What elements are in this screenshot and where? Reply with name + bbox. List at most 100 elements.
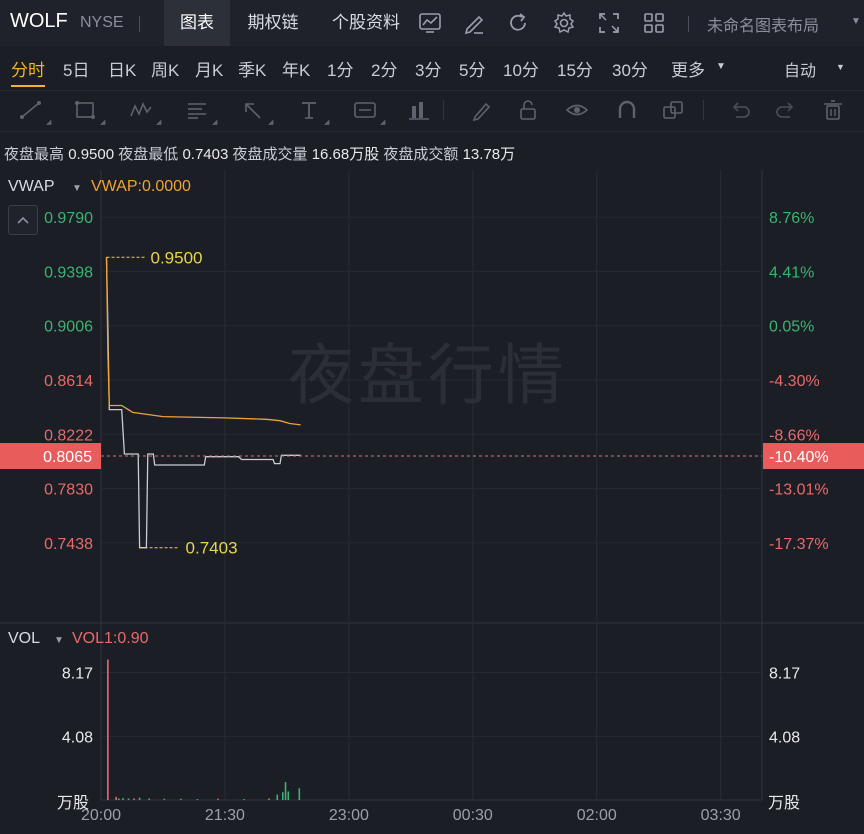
volume-tick-label: 4.08 xyxy=(769,729,800,746)
rectangle-tool-icon[interactable] xyxy=(72,98,98,122)
active-period-underline xyxy=(11,85,45,87)
volume-bar xyxy=(243,799,246,801)
collapse-button[interactable] xyxy=(8,205,38,235)
stat-volume-value: 16.68万股 xyxy=(311,146,380,163)
percent-tick-label: -17.37% xyxy=(769,536,829,553)
volume-axis-ticks: 8.17 8.17 4.08 4.08 xyxy=(62,666,800,747)
percent-tick-label: -13.01% xyxy=(769,482,829,499)
current-price-line: 0.8065 -10.40% xyxy=(0,443,864,470)
tool-expand-icon[interactable]: ◢ xyxy=(212,118,217,126)
time-tick-label: 03:30 xyxy=(701,807,741,824)
divider xyxy=(688,16,689,32)
price-line xyxy=(105,257,301,549)
tool-expand-icon[interactable]: ◢ xyxy=(324,118,329,126)
tab-chart[interactable]: 图表 xyxy=(164,0,230,46)
period-more[interactable]: 更多 xyxy=(671,56,705,81)
percent-tick-label: 8.76% xyxy=(769,210,814,227)
measure-tool-icon[interactable] xyxy=(406,98,432,122)
period-2min[interactable]: 2分 xyxy=(371,56,397,81)
stat-high-label: 夜盘最高 xyxy=(4,146,65,163)
period-day[interactable]: 日K xyxy=(108,56,136,81)
label-tool-icon[interactable] xyxy=(352,98,378,122)
volume-bar xyxy=(284,782,287,800)
lock-icon[interactable] xyxy=(515,98,541,122)
pen-tool-icon[interactable] xyxy=(469,98,495,122)
divider xyxy=(443,100,444,120)
stat-amount-value: 13.78万 xyxy=(462,146,516,163)
period-3min[interactable]: 3分 xyxy=(415,56,441,81)
eye-icon[interactable] xyxy=(564,98,590,122)
volume-unit-left: 万股 xyxy=(57,795,90,812)
current-change-label: -10.40% xyxy=(769,449,829,466)
wave-tool-icon[interactable] xyxy=(128,98,154,122)
fib-tool-icon[interactable] xyxy=(184,98,210,122)
tool-expand-icon[interactable]: ◢ xyxy=(268,118,273,126)
layers-icon[interactable] xyxy=(660,98,686,122)
tool-expand-icon[interactable]: ◢ xyxy=(156,118,161,126)
price-tick-label: 0.8222 xyxy=(44,427,93,444)
divider xyxy=(139,16,140,32)
night-session-stats: 夜盘最高 0.9500 夜盘最低 0.7403 夜盘成交量 16.68万股 夜盘… xyxy=(4,143,515,164)
stat-low-value: 0.7403 xyxy=(182,146,229,163)
arrow-tool-icon[interactable] xyxy=(240,98,266,122)
period-year[interactable]: 年K xyxy=(282,56,310,81)
price-lines xyxy=(105,257,301,549)
time-tick-label: 21:30 xyxy=(205,807,245,824)
time-axis-ticks: 20:00 21:30 23:00 00:30 02:00 03:30 xyxy=(81,807,741,824)
chart-type-icon[interactable] xyxy=(417,10,443,36)
tool-expand-icon[interactable]: ◢ xyxy=(46,118,51,126)
volume-indicator-name[interactable]: VOL xyxy=(8,630,40,648)
indicator-menu-icon[interactable]: ▼ xyxy=(72,183,82,194)
vwap-line xyxy=(105,257,301,426)
layout-name[interactable]: 未命名图表布局 xyxy=(707,12,819,36)
tool-expand-icon[interactable]: ◢ xyxy=(100,118,105,126)
period-week[interactable]: 周K xyxy=(151,56,179,81)
settings-icon[interactable] xyxy=(551,10,577,36)
volume-bar xyxy=(281,792,284,800)
undo-icon[interactable] xyxy=(727,98,753,122)
volume-bar xyxy=(107,659,109,800)
price-indicator-name[interactable]: VWAP xyxy=(8,178,55,196)
volume-bar xyxy=(115,796,117,800)
volume-bar xyxy=(122,798,124,800)
tool-expand-icon[interactable]: ◢ xyxy=(380,118,385,126)
period-15min[interactable]: 15分 xyxy=(557,56,593,81)
scale-mode[interactable]: 自动 xyxy=(784,57,816,81)
volume-bar xyxy=(196,799,199,801)
period-10min[interactable]: 10分 xyxy=(503,56,539,81)
period-intraday[interactable]: 分时 xyxy=(11,56,45,81)
period-30min[interactable]: 30分 xyxy=(612,56,648,81)
period-month[interactable]: 月K xyxy=(195,56,223,81)
fullscreen-icon[interactable] xyxy=(596,10,622,36)
line-tool-icon[interactable] xyxy=(18,98,44,122)
volume-tick-label: 4.08 xyxy=(62,729,93,746)
draw-icon[interactable] xyxy=(461,10,487,36)
tab-company-profile[interactable]: 个股资料 xyxy=(320,0,412,46)
exchange-label: NYSE xyxy=(80,14,124,31)
percent-tick-label: 4.41% xyxy=(769,264,814,281)
volume-bar xyxy=(163,798,166,800)
refresh-icon[interactable] xyxy=(505,10,531,36)
magnet-icon[interactable] xyxy=(614,98,640,122)
volume-unit-right: 万股 xyxy=(768,795,801,812)
percent-tick-label: -4.30% xyxy=(769,373,820,390)
percent-tick-label: -8.66% xyxy=(769,427,820,444)
volume-tick-label: 8.17 xyxy=(62,666,93,683)
price-tick-label: 0.7830 xyxy=(44,482,93,499)
trash-icon[interactable] xyxy=(820,98,846,122)
redo-icon[interactable] xyxy=(773,98,799,122)
current-price-label: 0.8065 xyxy=(43,449,92,466)
layout-chevron-icon[interactable]: ▼ xyxy=(851,16,861,27)
period-5min[interactable]: 5分 xyxy=(459,56,485,81)
text-tool-icon[interactable] xyxy=(296,98,322,122)
period-quarter[interactable]: 季K xyxy=(238,56,266,81)
scale-chevron-icon[interactable]: ▼ xyxy=(836,62,845,72)
period-1min[interactable]: 1分 xyxy=(327,56,353,81)
price-tick-label: 0.9006 xyxy=(44,319,93,336)
more-chevron-icon[interactable]: ▼ xyxy=(716,61,726,72)
tab-options-chain[interactable]: 期权链 xyxy=(233,0,313,46)
price-volume-chart[interactable]: 0.9790 8.76% 0.9398 4.41% 0.9006 0.05% 0.8614 -… xyxy=(0,170,864,834)
period-5d[interactable]: 5日 xyxy=(63,56,89,81)
grid-layout-icon[interactable] xyxy=(641,10,667,36)
indicator-menu-icon[interactable]: ▼ xyxy=(54,635,64,646)
